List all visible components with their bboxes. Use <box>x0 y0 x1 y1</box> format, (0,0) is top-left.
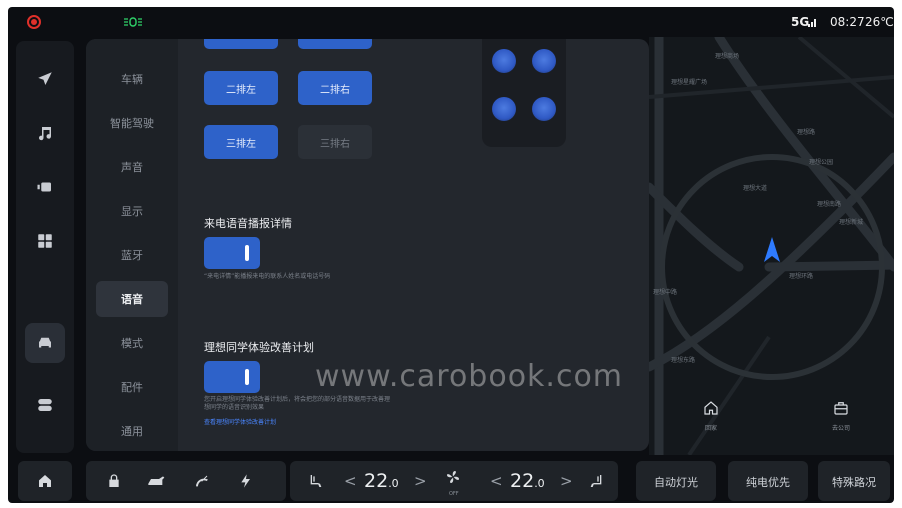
nav-item-accessories[interactable]: 配件 <box>96 369 168 405</box>
bottom-dock: < 22.0 > OFF < 22.0 > 自动灯光 纯电优先 特殊路况 <box>8 459 894 503</box>
climate-controls: < 22.0 > OFF < 22.0 > <box>290 461 618 501</box>
auto-lights-button[interactable]: 自动灯光 <box>636 461 716 501</box>
map-label: 理想大道 <box>743 185 768 192</box>
map-label: 理想商场 <box>715 53 740 60</box>
home-icon <box>704 401 718 415</box>
nav-item-voice[interactable]: 语音 <box>96 281 168 317</box>
nav-item-bluetooth[interactable]: 蓝牙 <box>96 237 168 273</box>
map-roads <box>649 37 894 455</box>
left-temp-decrease-button[interactable]: < <box>344 472 357 490</box>
experience-plan-title: 理想同学体验改善计划 <box>204 341 314 354</box>
map-label: 理想新城 <box>839 219 864 226</box>
status-bar: 5G 08:27 26℃ <box>8 7 894 37</box>
seat-button-row3-left[interactable]: 三排左 <box>204 125 278 159</box>
nav-item-mode[interactable]: 模式 <box>96 325 168 361</box>
rail-vehicle-button[interactable] <box>25 323 65 363</box>
seat-indicator[interactable] <box>532 49 556 73</box>
vehicle-controls-group <box>86 461 286 501</box>
dock-home-button[interactable] <box>18 461 72 501</box>
map-label: 理想路 <box>797 129 816 136</box>
seat-button-row2-left[interactable]: 二排左 <box>204 71 278 105</box>
go-company-label: 去公司 <box>831 425 850 432</box>
wiper-icon[interactable] <box>194 473 210 489</box>
left-temp-value: 22 <box>364 470 389 492</box>
nav-item-smart-driving[interactable]: 智能驾驶 <box>96 105 168 141</box>
map-label: 理想中路 <box>653 289 678 296</box>
right-temp-decimal: .0 <box>534 477 545 490</box>
seat-indicator[interactable] <box>492 49 516 73</box>
experience-plan-link[interactable]: 查看理想同学体验改善计划 <box>204 417 276 426</box>
go-home-label: 回家 <box>704 425 717 432</box>
lock-icon[interactable] <box>106 473 122 489</box>
headlight-indicator-icon <box>124 17 142 27</box>
right-temp-decrease-button[interactable]: < <box>490 472 503 490</box>
briefcase-icon <box>834 402 848 415</box>
charging-icon[interactable] <box>238 473 254 489</box>
outside-temperature: 26℃ <box>865 15 894 29</box>
left-temp-decimal: .0 <box>388 477 399 490</box>
nav-item-vehicle[interactable]: 车辆 <box>96 61 168 97</box>
right-seat-heat-icon[interactable] <box>588 473 604 489</box>
settings-panel: 车辆 智能驾驶 声音 显示 蓝牙 语音 模式 配件 通用 二排左 二排右 三排左… <box>86 39 649 451</box>
car-tailgate-icon[interactable] <box>146 473 168 489</box>
go-home-button[interactable]: 回家 <box>691 399 731 439</box>
rail-controls-button[interactable] <box>25 385 65 425</box>
music-icon <box>39 127 52 141</box>
seat-indicator[interactable] <box>532 97 556 121</box>
camera-icon <box>37 182 51 192</box>
right-temp-increase-button[interactable]: > <box>560 472 573 490</box>
ev-priority-label: 纯电优先 <box>746 476 790 489</box>
warning-indicator-icon <box>25 15 43 29</box>
call-broadcast-description: “来电详情”能播报来电的联系人姓名或电话号码 <box>204 273 331 280</box>
voice-settings-content: 二排左 二排右 三排左 三排右 来电语音播报详情 “来电详情”能播报来电的联系人… <box>178 39 649 451</box>
map-label: 理想公园 <box>809 159 834 166</box>
seat-map <box>482 39 566 147</box>
seat-button-row1-left[interactable] <box>204 39 278 49</box>
ev-priority-button[interactable]: 纯电优先 <box>728 461 808 501</box>
map-label: 理想东路 <box>671 357 696 364</box>
rail-camera-button[interactable] <box>25 167 65 207</box>
left-temperature: 22.0 <box>364 470 399 492</box>
apps-grid-icon <box>38 234 52 248</box>
map-label: 理想星耀广场 <box>671 79 708 86</box>
special-road-label: 特殊路况 <box>832 476 876 489</box>
left-seat-heat-icon[interactable] <box>308 473 324 489</box>
car-display: 5G 08:27 26℃ 车辆 智能驾驶 声音 显示 蓝牙 语音 模式 配件 通… <box>8 7 894 503</box>
nav-item-display[interactable]: 显示 <box>96 193 168 229</box>
rail-navigation-button[interactable] <box>25 59 65 99</box>
toggle-settings-icon <box>38 399 52 411</box>
left-temp-increase-button[interactable]: > <box>414 472 427 490</box>
car-icon <box>39 337 51 348</box>
network-label: 5G <box>791 15 810 29</box>
settings-nav: 车辆 智能驾驶 声音 显示 蓝牙 语音 模式 配件 通用 <box>86 39 178 451</box>
signal-strength-icon <box>808 19 816 27</box>
clock: 08:27 <box>830 15 865 29</box>
experience-plan-description: 您开启理想同学体验改善计划后，将会把您的部分语音数据用于改善理想同学的语音识别效… <box>204 396 391 411</box>
auto-lights-label: 自动灯光 <box>654 476 698 489</box>
fan-icon[interactable] <box>445 469 461 485</box>
nav-item-general[interactable]: 通用 <box>96 413 168 449</box>
seat-indicator[interactable] <box>492 97 516 121</box>
app-rail <box>16 41 74 453</box>
call-broadcast-toggle[interactable] <box>204 237 260 269</box>
seat-button-row1-right[interactable] <box>298 39 372 49</box>
fan-state-label: OFF <box>449 491 459 497</box>
special-road-button[interactable]: 特殊路况 <box>818 461 890 501</box>
seat-button-row3-right[interactable]: 三排右 <box>298 125 372 159</box>
navigation-icon <box>38 72 52 85</box>
map-label: 理想环路 <box>789 273 814 280</box>
map-label: 理想南路 <box>817 201 842 208</box>
home-icon <box>39 475 51 487</box>
rail-music-button[interactable] <box>25 113 65 153</box>
rail-apps-button[interactable] <box>25 221 65 261</box>
go-company-button[interactable]: 去公司 <box>821 399 861 439</box>
nav-item-sound[interactable]: 声音 <box>96 149 168 185</box>
call-broadcast-title: 来电语音播报详情 <box>204 217 292 230</box>
right-temp-value: 22 <box>510 470 535 492</box>
experience-plan-toggle[interactable] <box>204 361 260 393</box>
seat-button-row2-right[interactable]: 二排右 <box>298 71 372 105</box>
right-temperature: 22.0 <box>510 470 545 492</box>
map-view[interactable]: 理想商场 理想星耀广场 理想路 理想公园 理想大道 理想南路 理想环路 理想中路… <box>649 37 894 455</box>
